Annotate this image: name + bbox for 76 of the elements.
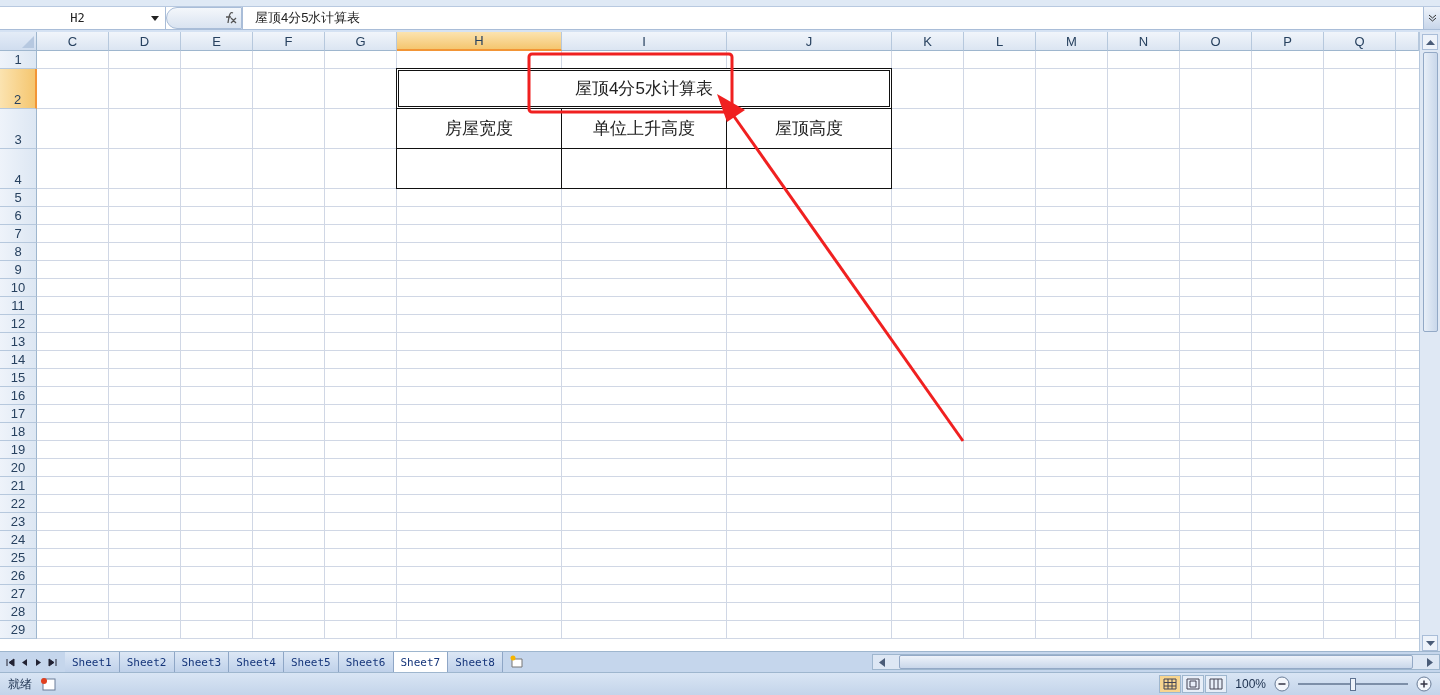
zoom-in-icon[interactable] <box>1416 676 1432 692</box>
sheet-tab[interactable]: Sheet7 <box>393 652 449 672</box>
column-header[interactable]: N <box>1108 32 1180 51</box>
sheet-tab[interactable]: Sheet1 <box>65 652 120 672</box>
scroll-thumb[interactable] <box>899 655 1413 669</box>
scroll-thumb[interactable] <box>1422 52 1438 332</box>
sheet-tab[interactable]: Sheet8 <box>448 652 503 672</box>
vertical-scrollbar[interactable] <box>1419 32 1440 651</box>
status-text: 就绪 <box>8 675 32 693</box>
up-arrow-icon[interactable] <box>1425 39 1435 45</box>
row-header[interactable]: 16 <box>0 387 37 405</box>
row-header[interactable]: 2 <box>0 69 37 109</box>
row-header[interactable]: 6 <box>0 207 37 225</box>
row-header[interactable]: 13 <box>0 333 37 351</box>
slider-thumb[interactable] <box>1350 677 1356 691</box>
sheet-tab[interactable]: Sheet2 <box>119 652 175 672</box>
row-header[interactable]: 19 <box>0 441 37 459</box>
row-header[interactable]: 8 <box>0 243 37 261</box>
dropdown-icon[interactable] <box>151 15 159 21</box>
row-header[interactable]: 18 <box>0 423 37 441</box>
left-arrow-icon[interactable] <box>879 657 885 667</box>
zoom-out-icon[interactable] <box>1274 676 1290 692</box>
sheet-tab[interactable]: Sheet5 <box>284 652 339 672</box>
row-header[interactable]: 9 <box>0 261 37 279</box>
row-header[interactable]: 27 <box>0 585 37 603</box>
row-header[interactable]: 26 <box>0 567 37 585</box>
right-arrow-icon[interactable] <box>1427 657 1433 667</box>
column-header[interactable]: D <box>109 32 181 51</box>
row-header[interactable]: 24 <box>0 531 37 549</box>
column-header[interactable]: J <box>727 32 892 51</box>
row-header[interactable]: 7 <box>0 225 37 243</box>
row-header[interactable]: 14 <box>0 351 37 369</box>
row-header[interactable]: 20 <box>0 459 37 477</box>
zoom-level[interactable]: 100% <box>1235 677 1266 691</box>
row-header[interactable]: 17 <box>0 405 37 423</box>
row-header[interactable]: 5 <box>0 189 37 207</box>
row-header[interactable]: 22 <box>0 495 37 513</box>
column-header[interactable]: O <box>1180 32 1252 51</box>
name-box[interactable]: H2 <box>0 7 166 29</box>
record-macro-icon[interactable] <box>40 677 56 691</box>
row-header[interactable]: 15 <box>0 369 37 387</box>
down-arrow-icon[interactable] <box>1425 640 1435 646</box>
row-header[interactable]: 3 <box>0 109 37 149</box>
column-header[interactable]: M <box>1036 32 1108 51</box>
sheet-nav-icon[interactable] <box>6 657 15 667</box>
column-header[interactable]: K <box>892 32 964 51</box>
row-header[interactable]: 1 <box>0 51 37 69</box>
row-header[interactable]: 10 <box>0 279 37 297</box>
page-break-icon[interactable] <box>1205 675 1228 693</box>
table-title: 屋顶4分5水计算表 <box>396 68 892 109</box>
horizontal-scrollbar[interactable] <box>872 654 1440 670</box>
sheet-nav-icon[interactable] <box>48 657 57 667</box>
row-header[interactable]: 29 <box>0 621 37 639</box>
expand-button[interactable] <box>1423 7 1440 29</box>
sheet-tab[interactable]: Sheet4 <box>229 652 284 672</box>
column-header[interactable]: I <box>562 32 727 51</box>
row-header[interactable]: 4 <box>0 149 37 189</box>
row-header[interactable]: 28 <box>0 603 37 621</box>
column-header[interactable]: F <box>253 32 325 51</box>
row-header[interactable]: 25 <box>0 549 37 567</box>
function-icon <box>223 12 237 24</box>
column-header[interactable]: G <box>325 32 397 51</box>
sheet-tab[interactable]: Sheet6 <box>338 652 394 672</box>
row-header[interactable]: 12 <box>0 315 37 333</box>
column-header[interactable]: H <box>397 32 562 51</box>
column-header[interactable]: C <box>37 32 109 51</box>
column-header[interactable]: E <box>181 32 253 51</box>
normal-view-icon[interactable] <box>1159 675 1182 693</box>
row-header[interactable]: 21 <box>0 477 37 495</box>
column-header[interactable]: P <box>1252 32 1324 51</box>
column-header[interactable]: Q <box>1324 32 1396 51</box>
sheet-tab[interactable]: Sheet3 <box>174 652 230 672</box>
row-header[interactable]: 23 <box>0 513 37 531</box>
row-header[interactable]: 11 <box>0 297 37 315</box>
chevron-icon[interactable] <box>1427 14 1437 22</box>
column-header[interactable]: L <box>964 32 1036 51</box>
